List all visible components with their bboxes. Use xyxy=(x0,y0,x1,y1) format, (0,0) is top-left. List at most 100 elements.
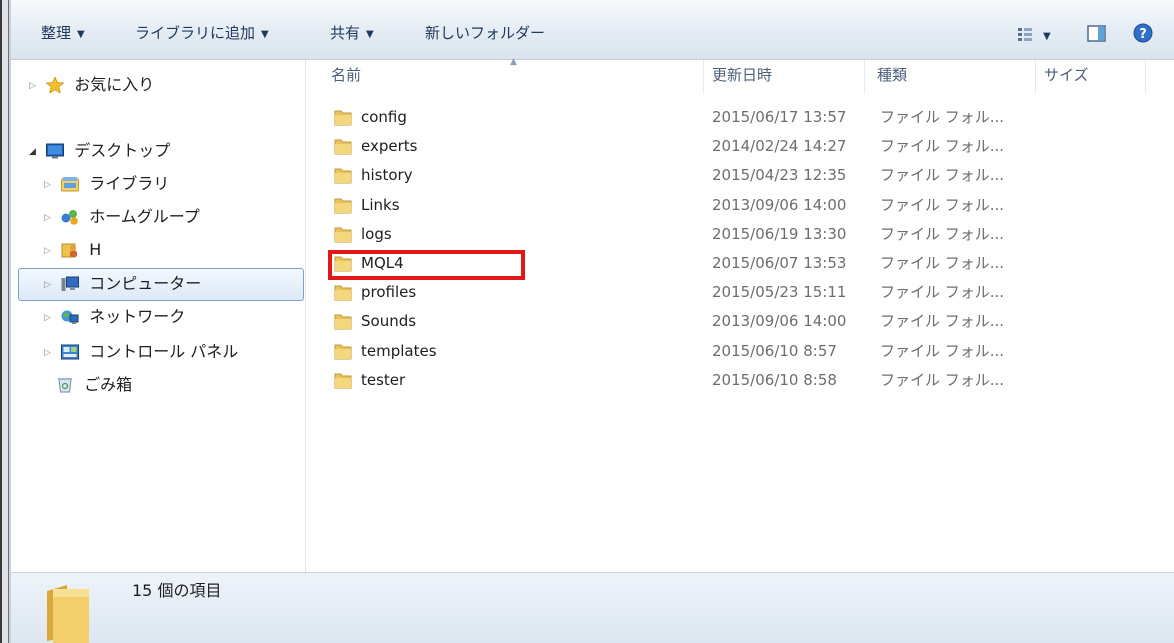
file-date: 2015/06/10 8:57 xyxy=(712,341,837,360)
control-panel-icon xyxy=(61,344,80,359)
file-date: 2015/04/23 12:35 xyxy=(712,166,847,185)
nav-item-computer[interactable]: ▷ コンピューター xyxy=(44,268,201,300)
column-divider[interactable] xyxy=(1035,60,1036,94)
file-row-experts[interactable]: experts 2014/02/24 14:27 ファイル フォル... xyxy=(327,132,1152,161)
recycle-bin-icon xyxy=(58,377,72,392)
nav-label-control-panel: コントロール パネル xyxy=(89,342,239,361)
file-name: Sounds xyxy=(361,312,417,331)
nav-label-h: H xyxy=(89,240,102,259)
collapse-arrow-icon[interactable]: ◢ xyxy=(29,136,41,168)
file-date: 2013/09/06 14:00 xyxy=(712,312,847,331)
file-row-templates[interactable]: templates 2015/06/10 8:57 ファイル フォル... xyxy=(327,337,1152,366)
expand-arrow-icon[interactable]: ▷ xyxy=(44,169,56,201)
file-type: ファイル フォル... xyxy=(880,108,1005,126)
nav-label-libraries: ライブラリ xyxy=(89,174,170,193)
expand-arrow-icon[interactable]: ▷ xyxy=(44,337,56,369)
add-to-library-label: ライブラリに追加 xyxy=(135,24,256,42)
file-name: config xyxy=(361,108,407,126)
nav-item-h[interactable]: ▷ H xyxy=(44,234,101,266)
computer-icon xyxy=(61,276,80,291)
nav-label-computer: コンピューター xyxy=(89,274,202,293)
nav-item-desktop[interactable]: ◢ デスクトップ xyxy=(29,135,170,167)
folder-icon xyxy=(334,198,352,214)
column-header-size[interactable]: サイズ xyxy=(1044,60,1089,94)
nav-label-favorites: お気に入り xyxy=(74,75,155,94)
nav-item-favorites[interactable]: ▷ お気に入り xyxy=(29,69,154,101)
user-folder-icon xyxy=(61,243,78,257)
column-divider[interactable] xyxy=(1145,60,1146,94)
nav-item-homegroup[interactable]: ▷ ホームグループ xyxy=(44,201,200,233)
details-pane: 15 個の項目 xyxy=(11,572,1174,643)
folder-icon xyxy=(334,139,352,155)
column-divider[interactable] xyxy=(864,60,865,94)
nav-item-libraries[interactable]: ▷ ライブラリ xyxy=(44,168,169,200)
new-folder-button[interactable]: 新しいフォルダー xyxy=(425,21,545,45)
column-header-type[interactable]: 種類 xyxy=(877,60,907,94)
folder-icon xyxy=(47,585,89,643)
folder-icon xyxy=(334,110,352,126)
expand-arrow-icon[interactable]: ▷ xyxy=(29,70,41,102)
file-row-profiles[interactable]: profiles 2015/05/23 15:11 ファイル フォル... xyxy=(327,278,1152,307)
annotation-highlight-box xyxy=(328,250,525,280)
file-row-logs[interactable]: logs 2015/06/19 13:30 ファイル フォル... xyxy=(327,220,1152,249)
preview-pane-button[interactable] xyxy=(1086,20,1108,46)
file-name: history xyxy=(361,166,413,185)
file-type: ファイル フォル... xyxy=(880,224,1005,243)
expand-arrow-icon[interactable]: ▷ xyxy=(44,202,56,234)
star-icon xyxy=(46,76,65,93)
nav-label-recycle-bin: ごみ箱 xyxy=(84,375,133,394)
file-type: ファイル フォル... xyxy=(880,137,1005,156)
file-type: ファイル フォル... xyxy=(880,283,1005,302)
folder-icon xyxy=(334,373,352,389)
expand-arrow-icon[interactable]: ▷ xyxy=(44,269,56,301)
file-date: 2015/06/07 13:53 xyxy=(712,253,847,272)
file-name: Links xyxy=(361,195,400,214)
file-type: ファイル フォル... xyxy=(880,195,1005,214)
file-name: templates xyxy=(361,341,437,360)
new-folder-label: 新しいフォルダー xyxy=(425,24,546,42)
file-date: 2015/06/17 13:57 xyxy=(712,108,847,126)
chevron-down-icon: ▼ xyxy=(77,29,85,40)
file-type: ファイル フォル... xyxy=(880,370,1005,389)
help-button[interactable]: ? xyxy=(1131,20,1155,46)
file-name: logs xyxy=(361,224,392,243)
share-button[interactable]: 共有 ▼ xyxy=(330,21,374,45)
folder-icon xyxy=(334,227,352,243)
nav-label-homegroup: ホームグループ xyxy=(89,207,200,226)
file-date: 2015/06/19 13:30 xyxy=(712,224,847,243)
file-date: 2014/02/24 14:27 xyxy=(712,137,847,156)
view-options-button[interactable]: ▼ xyxy=(1016,20,1058,46)
homegroup-icon xyxy=(61,209,78,225)
file-row-history[interactable]: history 2015/04/23 12:35 ファイル フォル... xyxy=(327,161,1152,190)
folder-icon xyxy=(334,168,352,184)
file-type: ファイル フォル... xyxy=(880,166,1005,185)
help-icon: ? xyxy=(1133,23,1153,43)
column-header-name[interactable]: 名前 xyxy=(331,60,361,94)
nav-item-network[interactable]: ▷ ネットワーク xyxy=(44,301,185,333)
file-type: ファイル フォル... xyxy=(880,253,1005,272)
file-row-sounds[interactable]: Sounds 2013/09/06 14:00 ファイル フォル... xyxy=(327,307,1152,336)
item-count: 15 個の項目 xyxy=(132,581,222,600)
file-row-config[interactable]: config 2015/06/17 13:57 ファイル フォル... xyxy=(327,103,1152,132)
expand-arrow-icon[interactable]: ▷ xyxy=(44,235,56,267)
file-type: ファイル フォル... xyxy=(880,312,1005,331)
organize-button[interactable]: 整理 ▼ xyxy=(41,21,85,45)
library-icon xyxy=(61,176,80,191)
file-row-links[interactable]: Links 2013/09/06 14:00 ファイル フォル... xyxy=(327,191,1152,220)
file-name: tester xyxy=(361,370,406,389)
nav-label-network: ネットワーク xyxy=(89,307,186,326)
window-left-edge xyxy=(0,0,11,643)
file-date: 2015/06/10 8:58 xyxy=(712,370,837,389)
column-label-modified: 更新日時 xyxy=(712,66,773,84)
nav-item-control-panel[interactable]: ▷ コントロール パネル xyxy=(44,336,238,368)
expand-arrow-icon[interactable]: ▷ xyxy=(44,302,56,334)
file-type: ファイル フォル... xyxy=(880,341,1005,360)
add-to-library-button[interactable]: ライブラリに追加 ▼ xyxy=(135,21,269,45)
column-header-modified[interactable]: 更新日時 xyxy=(712,60,772,94)
column-divider[interactable] xyxy=(703,60,704,94)
navigation-pane: ▷ お気に入り ◢ デスクトップ ▷ ライブラリ ▷ ホームグループ ▷ H ▷… xyxy=(11,60,306,572)
network-icon xyxy=(61,310,79,324)
file-name: experts xyxy=(361,137,418,156)
nav-item-recycle-bin[interactable]: ごみ箱 xyxy=(56,369,132,401)
file-row-tester[interactable]: tester 2015/06/10 8:58 ファイル フォル... xyxy=(327,366,1152,395)
